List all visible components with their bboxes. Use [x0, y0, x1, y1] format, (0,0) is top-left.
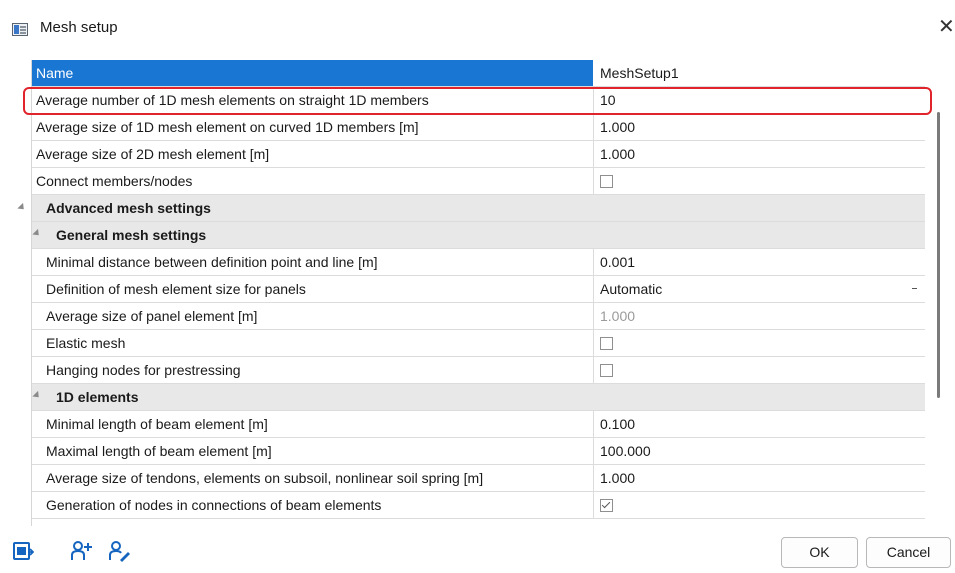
- property-row-connect-members[interactable]: Connect members/nodes: [32, 168, 925, 195]
- property-label: Minimal distance between definition poin…: [46, 254, 378, 270]
- property-row-avg-size-curved[interactable]: Average size of 1D mesh element on curve…: [32, 114, 925, 141]
- property-label: Connect members/nodes: [36, 173, 193, 189]
- property-label: Average size of 1D mesh element on curve…: [36, 119, 419, 135]
- edit-user-icon[interactable]: [108, 540, 130, 562]
- property-label: Average size of panel element [m]: [46, 308, 258, 324]
- tendon-size-input[interactable]: 1.000: [600, 465, 920, 491]
- property-label: Hanging nodes for prestressing: [46, 362, 241, 378]
- dropdown-arrow-icon[interactable]: [912, 288, 917, 289]
- mesh-setup-window-icon: [12, 23, 28, 36]
- panel-size-definition-select[interactable]: Automatic: [600, 276, 920, 302]
- property-row-generate-nodes[interactable]: Generation of nodes in connections of be…: [32, 492, 925, 519]
- property-row-min-beam-length[interactable]: Minimal length of beam element [m] 0.100: [32, 411, 925, 438]
- max-beam-length-input[interactable]: 100.000: [600, 438, 920, 464]
- cancel-button[interactable]: Cancel: [866, 537, 951, 568]
- property-row-tendon-size[interactable]: Average size of tendons, elements on sub…: [32, 465, 925, 492]
- property-label: Generation of nodes in connections of be…: [46, 497, 382, 513]
- group-label: General mesh settings: [56, 227, 207, 243]
- property-row-hanging-nodes[interactable]: Hanging nodes for prestressing: [32, 357, 925, 384]
- vertical-scrollbar[interactable]: [937, 112, 940, 398]
- group-label: 1D elements: [56, 389, 139, 405]
- min-beam-length-input[interactable]: 0.100: [600, 411, 920, 437]
- ok-button[interactable]: OK: [781, 537, 858, 568]
- title-bar: Mesh setup ✕: [0, 0, 955, 56]
- hanging-nodes-checkbox[interactable]: [600, 363, 613, 377]
- connect-members-checkbox[interactable]: [600, 174, 613, 188]
- property-row-panel-size-definition[interactable]: Definition of mesh element size for pane…: [32, 276, 925, 303]
- close-button[interactable]: ✕: [938, 16, 955, 38]
- property-label: Maximal length of beam element [m]: [46, 443, 272, 459]
- avg-size-2d-input[interactable]: 1.000: [600, 141, 920, 167]
- group-label: Advanced mesh settings: [46, 200, 211, 216]
- property-row-avg-size-2d[interactable]: Average size of 2D mesh element [m] 1.00…: [32, 141, 925, 168]
- name-column-header[interactable]: Name: [32, 60, 593, 86]
- property-row-min-distance[interactable]: Minimal distance between definition poin…: [32, 249, 925, 276]
- property-label: Elastic mesh: [46, 335, 126, 351]
- collapse-caret-icon[interactable]: [32, 228, 42, 239]
- property-label: Average size of tendons, elements on sub…: [46, 470, 484, 486]
- property-row-elastic-mesh[interactable]: Elastic mesh: [32, 330, 925, 357]
- property-row-avg-panel-size[interactable]: Average size of panel element [m] 1.000: [32, 303, 925, 330]
- group-1d-elements[interactable]: 1D elements: [32, 384, 925, 411]
- window-title: Mesh setup: [40, 19, 118, 36]
- avg-size-curved-input[interactable]: 1.000: [600, 114, 920, 140]
- setup-name-value[interactable]: MeshSetup1: [600, 60, 920, 86]
- property-label: Definition of mesh element size for pane…: [46, 281, 306, 297]
- add-user-icon[interactable]: [70, 540, 92, 562]
- property-label: Average number of 1D mesh elements on st…: [36, 92, 429, 108]
- avg-panel-size-input: 1.000: [600, 308, 636, 324]
- avg-number-1d-input[interactable]: 10: [600, 87, 920, 113]
- collapse-caret-icon[interactable]: [32, 390, 42, 401]
- property-label: Minimal length of beam element [m]: [46, 416, 268, 432]
- property-row-max-beam-length[interactable]: Maximal length of beam element [m] 100.0…: [32, 438, 925, 465]
- min-distance-input[interactable]: 0.001: [600, 249, 920, 275]
- group-general-mesh-settings[interactable]: General mesh settings: [32, 222, 925, 249]
- group-advanced-mesh-settings[interactable]: Advanced mesh settings: [32, 195, 925, 222]
- property-row-avg-number-1d[interactable]: Average number of 1D mesh elements on st…: [32, 87, 925, 114]
- property-grid: Name MeshSetup1 Average number of 1D mes…: [31, 60, 925, 526]
- export-table-icon[interactable]: [12, 540, 35, 562]
- grid-header-row: Name MeshSetup1: [32, 60, 925, 87]
- collapse-caret-icon[interactable]: [17, 202, 27, 213]
- generate-nodes-checkbox[interactable]: [600, 498, 613, 512]
- elastic-mesh-checkbox[interactable]: [600, 336, 613, 350]
- property-label: Average size of 2D mesh element [m]: [36, 146, 270, 162]
